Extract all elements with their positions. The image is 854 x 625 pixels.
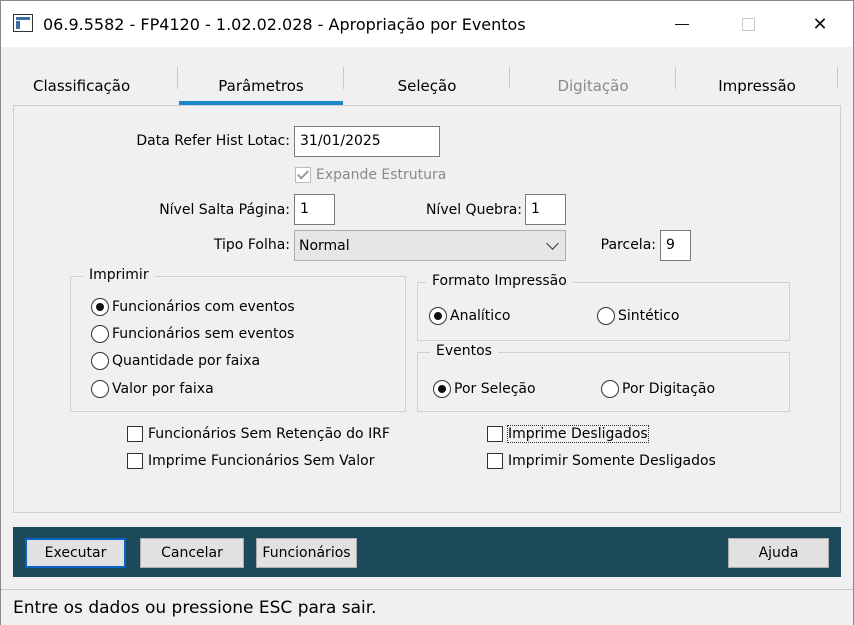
executar-button[interactable]: Executar	[25, 538, 126, 568]
ajuda-button[interactable]: Ajuda	[728, 538, 829, 568]
expande-estrutura-label: Expande Estrutura	[316, 167, 447, 183]
tab-impressao[interactable]: Impressão	[677, 65, 837, 105]
status-bar: Entre os dados ou pressione ESC para sai…	[1, 589, 853, 625]
nivel-salta-label: Nível Salta Página:	[159, 202, 290, 218]
tab-digitacao: Digitação	[557, 77, 629, 95]
tab-separator	[343, 67, 344, 89]
tab-separator	[177, 67, 178, 89]
tipo-folha-label: Tipo Folha:	[213, 237, 290, 253]
maximize-button[interactable]	[725, 1, 771, 47]
tab-parametros-label: Parâmetros	[218, 77, 304, 95]
tab-separator	[837, 67, 838, 89]
minimize-button[interactable]	[659, 1, 705, 47]
tab-separator	[675, 67, 676, 89]
app-icon	[13, 14, 33, 32]
radio-icon	[91, 380, 109, 398]
radio-funcionarios-com-eventos[interactable]: Funcionários com eventos	[91, 298, 295, 316]
radio-sintetico[interactable]: Sintético	[597, 307, 679, 325]
checkbox-icon	[487, 426, 503, 442]
radio-label: Sintético	[618, 308, 680, 324]
radio-valor-por-faixa[interactable]: Valor por faixa	[91, 380, 214, 398]
tab-classificacao[interactable]: Classificação	[13, 65, 173, 105]
checkbox-icon	[487, 453, 503, 469]
cancelar-button[interactable]: Cancelar	[140, 538, 244, 568]
tab-parametros[interactable]: Parâmetros	[179, 65, 343, 105]
window-title: 06.9.5582 - FP4120 - 1.02.02.028 - Aprop…	[43, 15, 526, 34]
radio-icon	[601, 380, 619, 398]
funcionarios-button-label: Funcionários	[262, 545, 351, 561]
imprimir-group-title: Imprimir	[83, 267, 155, 283]
nivel-salta-field[interactable]: 1	[294, 194, 335, 225]
checkbox-icon	[127, 453, 143, 469]
formato-impressao-group: Formato Impressão Analítico Sintético	[417, 273, 790, 341]
close-button[interactable]: ✕	[797, 1, 843, 47]
data-refer-field[interactable]: 31/01/2025	[294, 126, 440, 157]
radio-por-digitacao[interactable]: Por Digitação	[601, 380, 715, 398]
imprimir-group: Imprimir Funcionários com eventos Funcio…	[70, 267, 406, 412]
checkbox-label: Imprimir Somente Desligados	[508, 453, 716, 469]
tipo-folha-value: Normal	[299, 238, 350, 254]
radio-por-selecao[interactable]: Por Seleção	[433, 380, 536, 398]
radio-label: Quantidade por faixa	[112, 353, 261, 369]
button-bar: Executar Cancelar Funcionários Ajuda	[13, 527, 841, 577]
tab-separator	[509, 67, 510, 89]
maximize-icon	[741, 17, 755, 31]
close-icon: ✕	[812, 13, 828, 35]
radio-quantidade-por-faixa[interactable]: Quantidade por faixa	[91, 352, 260, 370]
parcela-field[interactable]: 9	[660, 230, 691, 261]
checkbox-label: Imprime Funcionários Sem Valor	[148, 453, 375, 469]
nivel-quebra-label: Nível Quebra:	[425, 202, 522, 218]
expande-estrutura-checkbox: Expande Estrutura	[295, 167, 446, 183]
radio-icon	[597, 307, 615, 325]
sem-valor-checkbox[interactable]: Imprime Funcionários Sem Valor	[127, 453, 374, 469]
eventos-group-title: Eventos	[430, 343, 498, 359]
radio-label: Valor por faixa	[112, 381, 214, 397]
tab-strip: Classificação Parâmetros Seleção Digitaç…	[13, 65, 839, 105]
radio-icon	[429, 307, 447, 325]
radio-label: Funcionários com eventos	[112, 299, 295, 315]
eventos-group: Eventos Por Seleção Por Digitação	[417, 343, 790, 412]
somente-desligados-checkbox[interactable]: Imprimir Somente Desligados	[487, 453, 716, 469]
radio-label: Por Digitação	[622, 381, 716, 397]
checkbox-icon	[127, 426, 143, 442]
parcela-label: Parcela:	[600, 237, 656, 253]
radio-funcionarios-sem-eventos[interactable]: Funcionários sem eventos	[91, 325, 294, 343]
imprime-desligados-checkbox[interactable]: Imprime Desligados	[487, 425, 649, 443]
parametros-panel: Data Refer Hist Lotac: 31/01/2025 Expand…	[13, 105, 841, 513]
formato-group-title: Formato Impressão	[426, 273, 573, 289]
funcionarios-button[interactable]: Funcionários	[256, 538, 357, 568]
data-refer-label: Data Refer Hist Lotac:	[136, 133, 290, 149]
title-bar: 06.9.5582 - FP4120 - 1.02.02.028 - Aprop…	[1, 1, 853, 47]
app-window: 06.9.5582 - FP4120 - 1.02.02.028 - Aprop…	[0, 0, 854, 625]
minimize-icon	[675, 23, 689, 25]
checkbox-label: Funcionários Sem Retenção do IRF	[148, 426, 390, 442]
chevron-down-icon	[546, 237, 559, 250]
radio-icon	[91, 325, 109, 343]
tipo-folha-select[interactable]: Normal	[294, 230, 566, 261]
radio-label: Por Seleção	[454, 381, 536, 397]
client-area: Classificação Parâmetros Seleção Digitaç…	[1, 47, 853, 625]
nivel-quebra-field[interactable]: 1	[525, 194, 566, 225]
radio-label: Analítico	[450, 308, 511, 324]
checkbox-label: Imprime Desligados	[507, 425, 649, 443]
radio-label: Funcionários sem eventos	[112, 326, 295, 342]
checkbox-icon	[295, 167, 311, 183]
sem-retencao-irf-checkbox[interactable]: Funcionários Sem Retenção do IRF	[127, 426, 390, 442]
radio-analitico[interactable]: Analítico	[429, 307, 510, 325]
radio-icon	[433, 380, 451, 398]
radio-icon	[91, 352, 109, 370]
tab-selecao[interactable]: Seleção	[345, 65, 509, 105]
radio-icon	[91, 298, 109, 316]
